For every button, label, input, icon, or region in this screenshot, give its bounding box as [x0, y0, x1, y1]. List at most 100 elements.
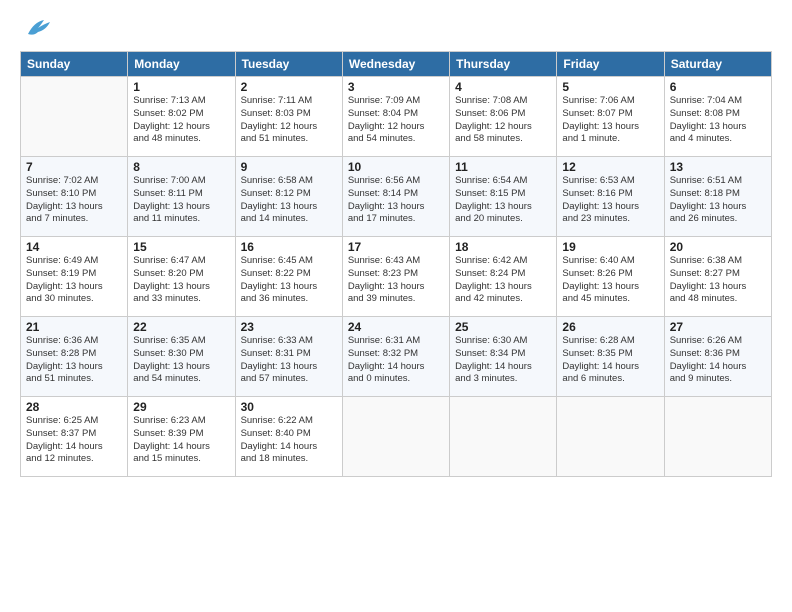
calendar-table: SundayMondayTuesdayWednesdayThursdayFrid… [20, 51, 772, 477]
calendar-cell: 8Sunrise: 7:00 AM Sunset: 8:11 PM Daylig… [128, 157, 235, 237]
day-number: 13 [670, 160, 766, 174]
weekday-header-wednesday: Wednesday [342, 52, 449, 77]
calendar-cell: 24Sunrise: 6:31 AM Sunset: 8:32 PM Dayli… [342, 317, 449, 397]
calendar-cell: 4Sunrise: 7:08 AM Sunset: 8:06 PM Daylig… [450, 77, 557, 157]
weekday-header-thursday: Thursday [450, 52, 557, 77]
day-info: Sunrise: 7:13 AM Sunset: 8:02 PM Dayligh… [133, 95, 229, 146]
calendar-cell: 22Sunrise: 6:35 AM Sunset: 8:30 PM Dayli… [128, 317, 235, 397]
day-info: Sunrise: 6:51 AM Sunset: 8:18 PM Dayligh… [670, 175, 766, 226]
day-info: Sunrise: 6:26 AM Sunset: 8:36 PM Dayligh… [670, 335, 766, 386]
calendar-cell: 7Sunrise: 7:02 AM Sunset: 8:10 PM Daylig… [21, 157, 128, 237]
day-number: 24 [348, 320, 444, 334]
calendar-cell: 10Sunrise: 6:56 AM Sunset: 8:14 PM Dayli… [342, 157, 449, 237]
calendar-cell: 21Sunrise: 6:36 AM Sunset: 8:28 PM Dayli… [21, 317, 128, 397]
day-info: Sunrise: 7:04 AM Sunset: 8:08 PM Dayligh… [670, 95, 766, 146]
day-info: Sunrise: 7:11 AM Sunset: 8:03 PM Dayligh… [241, 95, 337, 146]
day-info: Sunrise: 6:38 AM Sunset: 8:27 PM Dayligh… [670, 255, 766, 306]
calendar-cell: 9Sunrise: 6:58 AM Sunset: 8:12 PM Daylig… [235, 157, 342, 237]
day-number: 7 [26, 160, 122, 174]
weekday-header-sunday: Sunday [21, 52, 128, 77]
day-info: Sunrise: 6:56 AM Sunset: 8:14 PM Dayligh… [348, 175, 444, 226]
day-info: Sunrise: 6:58 AM Sunset: 8:12 PM Dayligh… [241, 175, 337, 226]
day-number: 21 [26, 320, 122, 334]
day-info: Sunrise: 6:45 AM Sunset: 8:22 PM Dayligh… [241, 255, 337, 306]
day-number: 28 [26, 400, 122, 414]
weekday-header-row: SundayMondayTuesdayWednesdayThursdayFrid… [21, 52, 772, 77]
day-number: 18 [455, 240, 551, 254]
calendar-cell: 1Sunrise: 7:13 AM Sunset: 8:02 PM Daylig… [128, 77, 235, 157]
day-info: Sunrise: 7:06 AM Sunset: 8:07 PM Dayligh… [562, 95, 658, 146]
day-info: Sunrise: 6:28 AM Sunset: 8:35 PM Dayligh… [562, 335, 658, 386]
day-info: Sunrise: 6:42 AM Sunset: 8:24 PM Dayligh… [455, 255, 551, 306]
day-number: 1 [133, 80, 229, 94]
day-number: 26 [562, 320, 658, 334]
day-number: 4 [455, 80, 551, 94]
day-number: 17 [348, 240, 444, 254]
calendar-cell: 25Sunrise: 6:30 AM Sunset: 8:34 PM Dayli… [450, 317, 557, 397]
day-number: 5 [562, 80, 658, 94]
weekday-header-tuesday: Tuesday [235, 52, 342, 77]
day-info: Sunrise: 6:22 AM Sunset: 8:40 PM Dayligh… [241, 415, 337, 466]
calendar-cell: 28Sunrise: 6:25 AM Sunset: 8:37 PM Dayli… [21, 397, 128, 477]
day-number: 30 [241, 400, 337, 414]
day-number: 14 [26, 240, 122, 254]
day-number: 6 [670, 80, 766, 94]
day-number: 23 [241, 320, 337, 334]
day-number: 3 [348, 80, 444, 94]
calendar-cell [664, 397, 771, 477]
day-info: Sunrise: 7:02 AM Sunset: 8:10 PM Dayligh… [26, 175, 122, 226]
day-number: 2 [241, 80, 337, 94]
day-info: Sunrise: 6:53 AM Sunset: 8:16 PM Dayligh… [562, 175, 658, 226]
calendar-cell: 3Sunrise: 7:09 AM Sunset: 8:04 PM Daylig… [342, 77, 449, 157]
calendar-cell: 6Sunrise: 7:04 AM Sunset: 8:08 PM Daylig… [664, 77, 771, 157]
day-number: 8 [133, 160, 229, 174]
day-info: Sunrise: 7:08 AM Sunset: 8:06 PM Dayligh… [455, 95, 551, 146]
logo [20, 16, 52, 43]
day-info: Sunrise: 6:35 AM Sunset: 8:30 PM Dayligh… [133, 335, 229, 386]
day-number: 20 [670, 240, 766, 254]
week-row-3: 14Sunrise: 6:49 AM Sunset: 8:19 PM Dayli… [21, 237, 772, 317]
calendar-cell: 5Sunrise: 7:06 AM Sunset: 8:07 PM Daylig… [557, 77, 664, 157]
calendar-cell [557, 397, 664, 477]
calendar-cell: 13Sunrise: 6:51 AM Sunset: 8:18 PM Dayli… [664, 157, 771, 237]
calendar-cell: 26Sunrise: 6:28 AM Sunset: 8:35 PM Dayli… [557, 317, 664, 397]
day-info: Sunrise: 6:49 AM Sunset: 8:19 PM Dayligh… [26, 255, 122, 306]
day-number: 22 [133, 320, 229, 334]
day-info: Sunrise: 6:31 AM Sunset: 8:32 PM Dayligh… [348, 335, 444, 386]
day-number: 29 [133, 400, 229, 414]
weekday-header-friday: Friday [557, 52, 664, 77]
day-number: 10 [348, 160, 444, 174]
week-row-5: 28Sunrise: 6:25 AM Sunset: 8:37 PM Dayli… [21, 397, 772, 477]
day-info: Sunrise: 7:00 AM Sunset: 8:11 PM Dayligh… [133, 175, 229, 226]
calendar-cell: 16Sunrise: 6:45 AM Sunset: 8:22 PM Dayli… [235, 237, 342, 317]
logo-bird-icon [24, 16, 52, 43]
day-info: Sunrise: 6:33 AM Sunset: 8:31 PM Dayligh… [241, 335, 337, 386]
calendar-cell: 29Sunrise: 6:23 AM Sunset: 8:39 PM Dayli… [128, 397, 235, 477]
calendar-cell: 19Sunrise: 6:40 AM Sunset: 8:26 PM Dayli… [557, 237, 664, 317]
day-number: 12 [562, 160, 658, 174]
calendar-cell: 11Sunrise: 6:54 AM Sunset: 8:15 PM Dayli… [450, 157, 557, 237]
day-info: Sunrise: 6:23 AM Sunset: 8:39 PM Dayligh… [133, 415, 229, 466]
day-info: Sunrise: 6:43 AM Sunset: 8:23 PM Dayligh… [348, 255, 444, 306]
calendar-cell [21, 77, 128, 157]
calendar-cell: 27Sunrise: 6:26 AM Sunset: 8:36 PM Dayli… [664, 317, 771, 397]
day-info: Sunrise: 6:36 AM Sunset: 8:28 PM Dayligh… [26, 335, 122, 386]
day-number: 15 [133, 240, 229, 254]
day-number: 9 [241, 160, 337, 174]
week-row-1: 1Sunrise: 7:13 AM Sunset: 8:02 PM Daylig… [21, 77, 772, 157]
day-info: Sunrise: 6:47 AM Sunset: 8:20 PM Dayligh… [133, 255, 229, 306]
weekday-header-saturday: Saturday [664, 52, 771, 77]
day-number: 16 [241, 240, 337, 254]
day-info: Sunrise: 6:25 AM Sunset: 8:37 PM Dayligh… [26, 415, 122, 466]
day-info: Sunrise: 6:54 AM Sunset: 8:15 PM Dayligh… [455, 175, 551, 226]
day-info: Sunrise: 6:30 AM Sunset: 8:34 PM Dayligh… [455, 335, 551, 386]
calendar-cell: 23Sunrise: 6:33 AM Sunset: 8:31 PM Dayli… [235, 317, 342, 397]
day-info: Sunrise: 7:09 AM Sunset: 8:04 PM Dayligh… [348, 95, 444, 146]
day-number: 19 [562, 240, 658, 254]
calendar-cell [342, 397, 449, 477]
calendar-cell: 2Sunrise: 7:11 AM Sunset: 8:03 PM Daylig… [235, 77, 342, 157]
header [20, 16, 772, 43]
day-number: 25 [455, 320, 551, 334]
weekday-header-monday: Monday [128, 52, 235, 77]
week-row-4: 21Sunrise: 6:36 AM Sunset: 8:28 PM Dayli… [21, 317, 772, 397]
